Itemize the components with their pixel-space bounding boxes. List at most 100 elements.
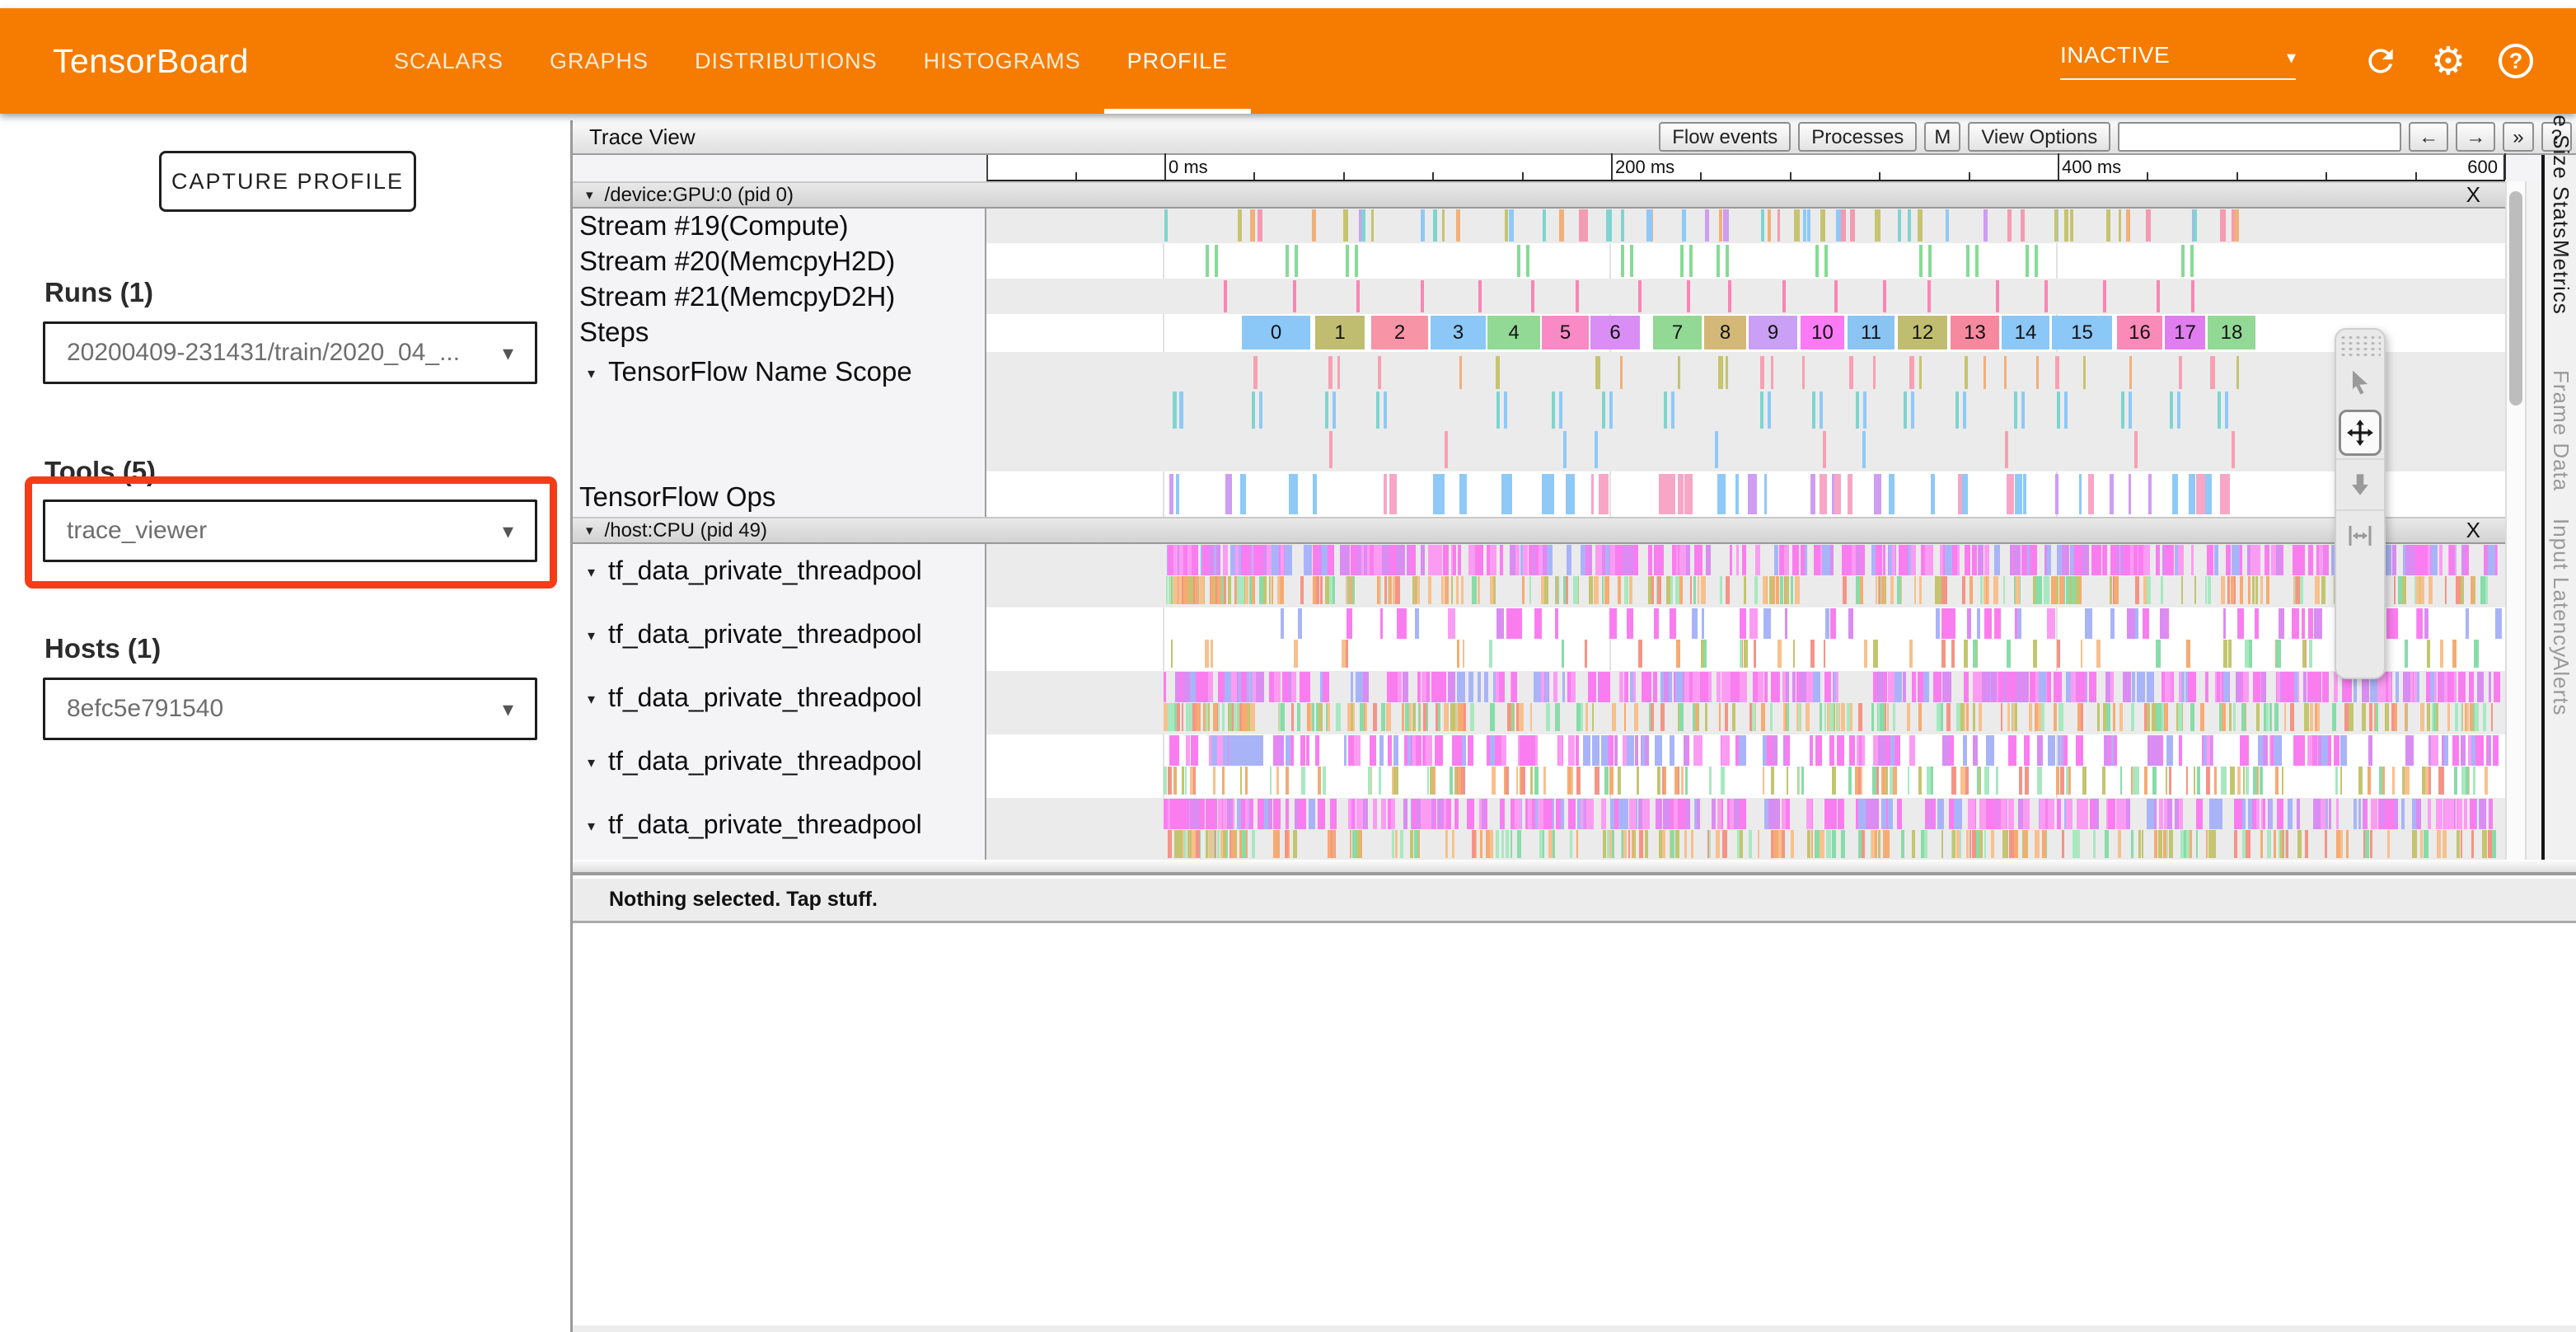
row-label-threadpool-3[interactable]: ▾tf_data_private_threadpool [588,682,922,713]
trace-event-mark[interactable] [1421,545,1425,575]
trace-event-mark[interactable] [1630,245,1633,277]
trace-event-mark[interactable] [1258,209,1262,242]
trace-event-mark[interactable] [1544,576,1548,604]
trace-event-mark[interactable] [2334,735,2339,766]
trace-event-mark[interactable] [1720,576,1722,604]
trace-event-mark[interactable] [1352,830,1356,858]
trace-event-mark[interactable] [1624,703,1626,731]
trace-event-mark[interactable] [2446,799,2454,829]
trace-event-mark[interactable] [1858,767,1861,795]
trace-event-mark[interactable] [1547,799,1553,829]
trace-event-mark[interactable] [2169,767,2171,795]
trace-event-mark[interactable] [1780,576,1783,604]
trace-event-mark[interactable] [2209,799,2215,829]
trace-event-mark[interactable] [1269,672,1274,702]
trace-event-mark[interactable] [2085,608,2092,639]
step-block-6[interactable]: 6 [1590,316,1640,349]
trace-event-mark[interactable] [2477,672,2484,702]
trace-event-mark[interactable] [1186,672,1190,702]
trace-event-mark[interactable] [1286,245,1289,277]
trace-event-mark[interactable] [1431,672,1438,702]
trace-event-mark[interactable] [2119,703,2123,731]
trace-event-mark[interactable] [1928,799,1932,829]
trace-event-mark[interactable] [1191,735,1198,766]
trace-event-mark[interactable] [2325,830,2327,858]
trace-event-mark[interactable] [1351,545,1357,575]
trace-event-mark[interactable] [1206,703,1208,731]
trace-event-mark[interactable] [1300,576,1304,604]
trace-event-mark[interactable] [1709,767,1712,795]
trace-event-mark[interactable] [2271,735,2274,766]
trace-event-mark[interactable] [1964,672,1969,702]
trace-event-mark[interactable] [2138,830,2141,858]
trace-event-mark[interactable] [1183,545,1187,575]
trace-event-mark[interactable] [2205,576,2207,604]
trace-event-mark[interactable] [2023,799,2030,829]
trace-event-mark[interactable] [1707,545,1711,575]
trace-event-mark[interactable] [1612,703,1616,731]
trace-event-mark[interactable] [1614,735,1618,766]
trace-event-mark[interactable] [1810,474,1815,514]
trace-event-mark[interactable] [1768,209,1771,242]
trace-event-mark[interactable] [1213,767,1215,795]
trace-event-mark[interactable] [1895,672,1902,702]
trace-event-mark[interactable] [1836,209,1841,242]
trace-event-mark[interactable] [2021,209,2025,242]
trace-event-mark[interactable] [1223,545,1228,575]
trace-event-mark[interactable] [1659,474,1665,514]
trace-event-mark[interactable] [1914,576,1916,604]
trace-event-mark[interactable] [1719,209,1722,242]
trace-event-mark[interactable] [2424,830,2428,858]
trace-event-mark[interactable] [2269,703,2272,731]
trace-event-mark[interactable] [1666,576,1670,604]
trace-event-mark[interactable] [2193,672,2196,702]
trace-event-mark[interactable] [1815,245,1819,277]
trace-event-mark[interactable] [1749,703,1752,731]
trace-event-mark[interactable] [1347,576,1349,604]
trace-event-mark[interactable] [1583,735,1590,766]
trace-event-mark[interactable] [2005,431,2008,468]
trace-event-mark[interactable] [1933,672,1941,702]
trace-event-mark[interactable] [1333,799,1337,829]
trace-event-mark[interactable] [1950,735,1954,766]
trace-event-mark[interactable] [1774,545,1778,575]
trace-event-mark[interactable] [1403,672,1408,702]
trace-event-mark[interactable] [2480,576,2485,604]
trace-event-mark[interactable] [1763,608,1771,639]
trace-event-mark[interactable] [1774,799,1780,829]
trace-event-mark[interactable] [1181,799,1184,829]
trace-event-mark[interactable] [1478,545,1483,575]
trace-event-mark[interactable] [2110,672,2114,702]
trace-event-mark[interactable] [2116,545,2119,575]
trace-event-mark[interactable] [2417,608,2423,639]
trace-event-mark[interactable] [2102,545,2107,575]
trace-event-mark[interactable] [1389,474,1397,514]
trace-event-mark[interactable] [2029,703,2032,731]
tools-dropdown[interactable]: trace_viewer ▾ [43,500,537,562]
scrollbar-thumb[interactable] [2509,191,2522,406]
trace-event-mark[interactable] [1421,209,1425,242]
trace-event-mark[interactable] [2296,608,2299,639]
trace-event-mark[interactable] [2274,703,2279,731]
trace-event-mark[interactable] [1430,767,1433,795]
trace-event-mark[interactable] [2264,703,2266,731]
trace-event-mark[interactable] [1351,799,1355,829]
trace-event-mark[interactable] [1229,799,1233,829]
row-label-threadpool-2[interactable]: ▾tf_data_private_threadpool [588,619,922,650]
trace-event-mark[interactable] [1259,392,1262,429]
trace-event-mark[interactable] [1198,799,1205,829]
trace-event-mark[interactable] [2119,209,2121,242]
trace-event-mark[interactable] [1380,608,1383,639]
trace-event-mark[interactable] [2147,703,2150,731]
trace-event-mark[interactable] [2464,799,2467,829]
trace-event-mark[interactable] [1381,799,1386,829]
trace-event-mark[interactable] [1407,735,1411,766]
trace-event-mark[interactable] [1744,576,1746,604]
trace-event-mark[interactable] [1927,767,1931,795]
trace-event-mark[interactable] [1379,735,1384,766]
trace-event-mark[interactable] [1825,608,1829,639]
trace-event-mark[interactable] [2035,245,2038,277]
trace-event-mark[interactable] [1642,735,1645,766]
trace-event-mark[interactable] [1534,767,1539,795]
trace-event-mark[interactable] [1402,703,1404,731]
